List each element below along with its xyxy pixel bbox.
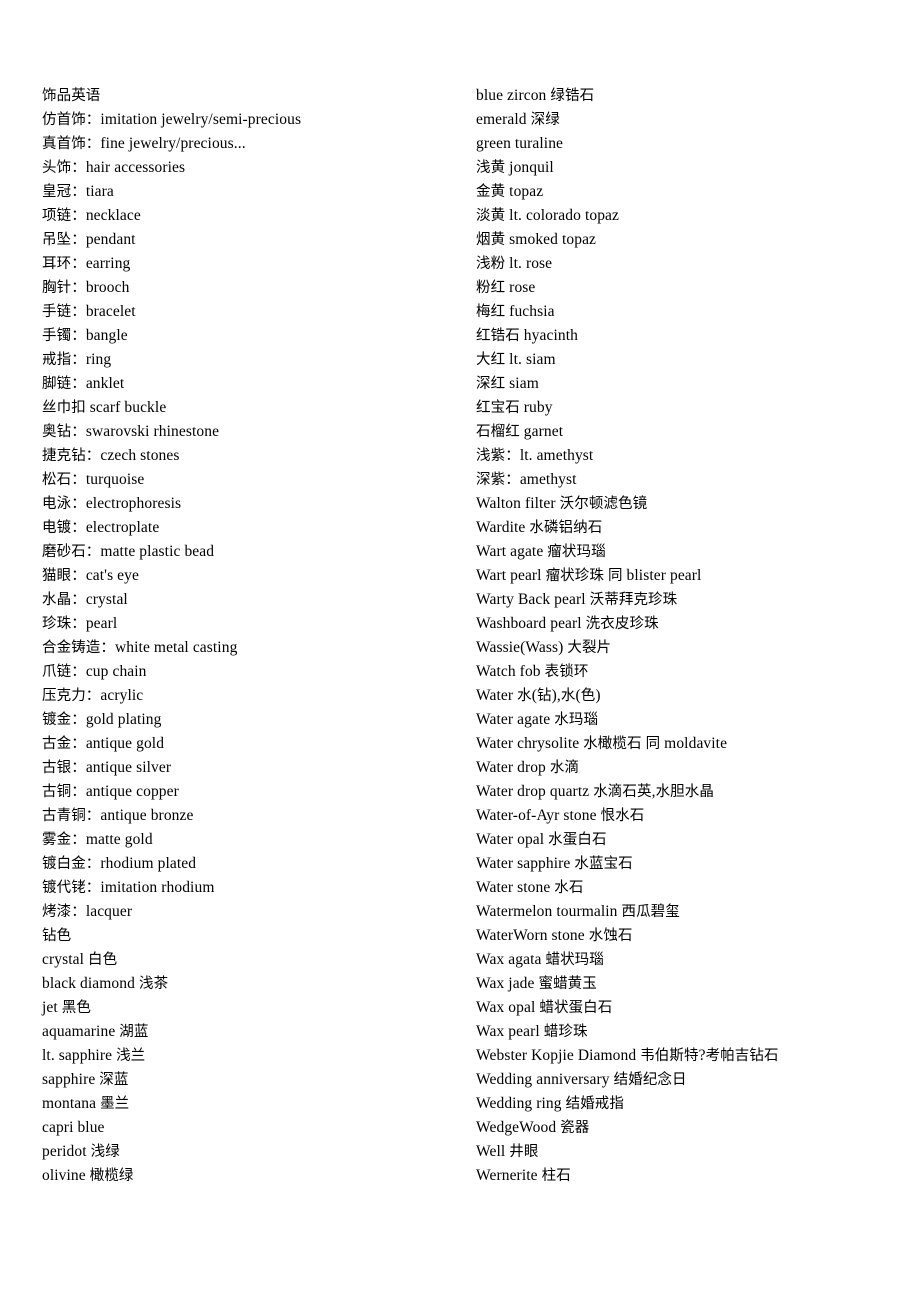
text-line: Watermelon tourmalin 西瓜碧玺 (476, 903, 680, 920)
text-line: 磨砂石：matte plastic bead (42, 543, 215, 560)
text-line: Water-of-Ayr stone 恨水石 (476, 807, 645, 824)
text-line: Water stone 水石 (476, 879, 584, 896)
text-line: 浅粉 lt. rose (476, 255, 553, 272)
text-line: 镀代铑：imitation rhodium (42, 879, 215, 896)
text-line: 烟黄 smoked topaz (476, 231, 597, 248)
text-line: aquamarine 湖蓝 (42, 1023, 149, 1040)
text-line: Wedding anniversary 结婚纪念日 (476, 1071, 687, 1088)
text-line: 水晶：crystal (42, 591, 128, 608)
text-line: capri blue (42, 1119, 105, 1136)
text-line: Webster Kopjie Diamond 韦伯斯特?考帕吉钻石 (476, 1047, 779, 1064)
text-line: 胸针：brooch (42, 279, 130, 296)
text-line: Water agate 水玛瑙 (476, 711, 599, 728)
text-line: 金黄 topaz (476, 183, 544, 200)
text-line: 镀金：gold plating (42, 711, 162, 728)
text-line: WedgeWood 瓷器 (476, 1119, 590, 1136)
left-text-column: 饰品英语仿首饰：imitation jewelry/semi-precious 真… (42, 84, 462, 1188)
text-line: WaterWorn stone 水蚀石 (476, 927, 633, 944)
text-line: crystal 白色 (42, 951, 118, 968)
text-line: 古金：antique gold (42, 735, 165, 752)
text-line: Water drop 水滴 (476, 759, 580, 776)
text-line: Water 水(钻),水(色) (476, 687, 601, 704)
text-line: 电泳：electrophoresis (42, 495, 182, 512)
text-line: 电镀：electroplate (42, 519, 160, 536)
text-line: 石榴红 garnet (476, 423, 564, 440)
text-line: 烤漆：lacquer (42, 903, 133, 920)
text-line: Water sapphire 水蓝宝石 (476, 855, 633, 872)
text-line: 项链：necklace (42, 207, 141, 224)
text-line: 大红 lt. siam (476, 351, 556, 368)
text-line: 捷克钻：czech stones (42, 447, 180, 464)
text-line: olivine 橄榄绿 (42, 1167, 134, 1184)
text-line: Wax jade 蜜蜡黄玉 (476, 975, 597, 992)
text-line: montana 墨兰 (42, 1095, 130, 1112)
text-line: Warty Back pearl 沃蒂拜克珍珠 (476, 591, 678, 608)
text-line: 红宝石 ruby (476, 399, 553, 416)
text-line: 钻色 (42, 928, 72, 944)
text-line: 头饰：hair accessories (42, 159, 186, 176)
text-line: Wart agate 瘤状玛瑙 (476, 543, 606, 560)
document-page: 饰品英语仿首饰：imitation jewelry/semi-precious 真… (0, 0, 920, 1302)
text-line: 戒指：ring (42, 351, 112, 368)
text-line: black diamond 浅茶 (42, 975, 169, 992)
text-line: Wernerite 柱石 (476, 1167, 571, 1184)
text-line: 吊坠：pendant (42, 231, 136, 248)
text-line: Water opal 水蛋白石 (476, 831, 607, 848)
text-line: 深紫：amethyst (476, 471, 577, 488)
text-line: Wax opal 蜡状蛋白石 (476, 999, 613, 1016)
text-line: 雾金：matte gold (42, 831, 153, 848)
text-line: Water drop quartz 水滴石英,水胆水晶 (476, 783, 714, 800)
text-line: Wart pearl 瘤状珍珠 同 blister pearl (476, 567, 702, 584)
text-line: 松石：turquoise (42, 471, 145, 488)
text-line: emerald 深绿 (476, 111, 560, 128)
text-line: 丝巾扣 scarf buckle (42, 399, 167, 416)
text-line: 耳环：earring (42, 255, 131, 272)
text-line: 古铜：antique copper (42, 783, 179, 800)
text-line: 真首饰：fine jewelry/precious... (42, 135, 246, 152)
text-line: 仿首饰：imitation jewelry/semi-precious (42, 111, 302, 128)
text-line: Wardite 水磷铝纳石 (476, 519, 603, 536)
text-line: Wassie(Wass) 大裂片 (476, 639, 612, 656)
text-line: 压克力：acrylic (42, 687, 144, 704)
text-line: jet 黑色 (42, 999, 91, 1016)
text-line: 浅黄 jonquil (476, 159, 554, 176)
text-line: 手镯：bangle (42, 327, 128, 344)
text-line: 深红 siam (476, 375, 539, 392)
text-line: 梅红 fuchsia (476, 303, 555, 320)
text-line: 镀白金：rhodium plated (42, 855, 197, 872)
text-line: 红锆石 hyacinth (476, 327, 578, 344)
text-line: Washboard pearl 洗衣皮珍珠 (476, 615, 659, 632)
text-line: 奥钻：swarovski rhinestone (42, 423, 220, 440)
text-line: Water chrysolite 水橄榄石 同 moldavite (476, 735, 728, 752)
text-line: 手链：bracelet (42, 303, 136, 320)
text-line: 饰品英语 (42, 88, 101, 104)
text-line: Wax agata 蜡状玛瑙 (476, 951, 604, 968)
text-line: 爪链：cup chain (42, 663, 147, 680)
text-line: 淡黄 lt. colorado topaz (476, 207, 620, 224)
text-line: green turaline (476, 135, 564, 152)
text-line: 古银：antique silver (42, 759, 172, 776)
text-line: lt. sapphire 浅兰 (42, 1047, 146, 1064)
text-line: Well 井眼 (476, 1143, 539, 1160)
text-line: Wax pearl 蜡珍珠 (476, 1023, 588, 1040)
text-line: 古青铜：antique bronze (42, 807, 194, 824)
text-line: 脚链：anklet (42, 375, 125, 392)
text-line: Walton filter 沃尔顿滤色镜 (476, 495, 648, 512)
text-line: Wedding ring 结婚戒指 (476, 1095, 624, 1112)
text-line: 合金铸造：white metal casting (42, 639, 238, 656)
text-line: peridot 浅绿 (42, 1143, 120, 1160)
text-line: 浅紫：lt. amethyst (476, 447, 594, 464)
text-line: 粉红 rose (476, 279, 536, 296)
text-line: 猫眼：cat's eye (42, 567, 139, 584)
text-line: sapphire 深蓝 (42, 1071, 129, 1088)
right-text-column: blue zircon 绿锆石 emerald 深绿 green turaline 浅… (476, 84, 906, 1188)
text-line: blue zircon 绿锆石 (476, 87, 595, 104)
text-line: 皇冠：tiara (42, 183, 114, 200)
text-line: 珍珠：pearl (42, 615, 118, 632)
text-line: Watch fob 表锁环 (476, 663, 589, 680)
